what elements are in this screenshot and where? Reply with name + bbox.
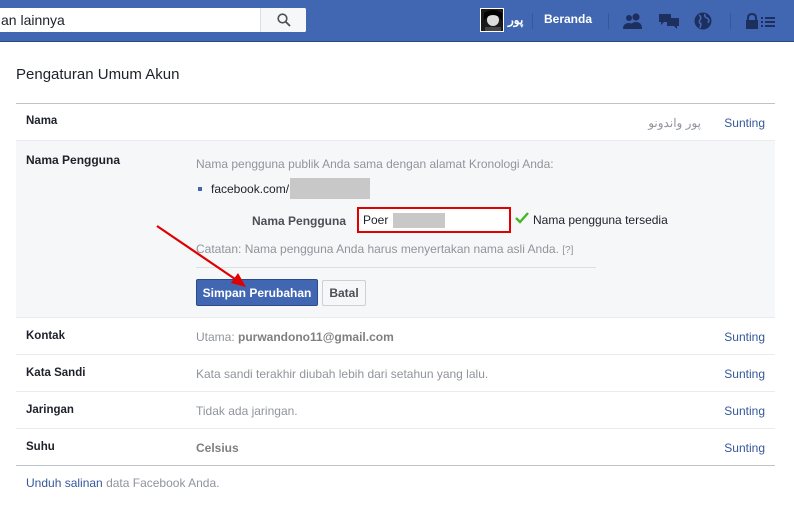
save-changes-button[interactable]: Simpan Perubahan: [196, 279, 318, 306]
home-link[interactable]: Beranda: [544, 12, 592, 26]
checkmark-icon: [515, 212, 529, 224]
row-label: Nama Pengguna: [26, 153, 121, 167]
row-label: Kontak: [26, 330, 65, 342]
search-icon: [276, 13, 291, 27]
settings-row-temperature[interactable]: Suhu Celsius Sunting: [16, 429, 775, 466]
privacy-lock-icon[interactable]: [745, 10, 777, 32]
redacted-username: [290, 178, 371, 199]
availability-status: Nama pengguna tersedia: [533, 213, 668, 227]
url-prefix: facebook.com/: [211, 181, 290, 196]
download-copy-link[interactable]: Unduh salinan: [26, 476, 103, 490]
contact-email: purwandono11@gmail.com: [238, 330, 394, 344]
username-description: Nama pengguna publik Anda sama dengan al…: [196, 157, 554, 171]
search-input[interactable]: [0, 8, 260, 32]
settings-list: Nama پور واندونو Sunting Nama Pengguna N…: [16, 103, 775, 466]
nav-separator: [730, 13, 731, 29]
username-field-highlight: [357, 207, 511, 233]
avatar[interactable]: [480, 8, 504, 32]
friend-requests-icon[interactable]: [622, 10, 644, 32]
top-navigation-bar: پور Beranda: [0, 0, 794, 42]
row-label: Nama: [26, 115, 58, 127]
search-box: [0, 8, 306, 32]
divider: [196, 267, 596, 268]
row-value: پور واندونو: [648, 116, 701, 130]
edit-link[interactable]: Sunting: [724, 404, 765, 418]
username-note: Catatan: Nama pengguna Anda harus menyer…: [196, 242, 573, 256]
edit-link[interactable]: Sunting: [724, 330, 765, 344]
messages-icon[interactable]: [658, 10, 680, 32]
bullet-icon: [198, 186, 202, 191]
search-button[interactable]: [260, 8, 306, 32]
username-field-label: Nama Pengguna: [252, 214, 347, 228]
settings-row-contact[interactable]: Kontak Utama: purwandono11@gmail.com Sun…: [16, 318, 775, 355]
row-label: Kata Sandi: [26, 367, 86, 379]
redacted-username: [393, 213, 445, 228]
row-value: Tidak ada jaringan.: [196, 404, 298, 418]
footer-text: data Facebook Anda.: [102, 476, 220, 490]
settings-row-password[interactable]: Kata Sandi Kata sandi terakhir diubah le…: [16, 355, 775, 392]
contact-prefix: Utama:: [196, 330, 239, 344]
profile-picture-icon: [481, 9, 503, 31]
edit-link[interactable]: Sunting: [724, 116, 765, 130]
nav-separator: [532, 13, 533, 29]
edit-link[interactable]: Sunting: [724, 367, 765, 381]
footer-download: Unduh salinan data Facebook Anda.: [26, 476, 220, 490]
note-text: Catatan: Nama pengguna Anda harus menyer…: [196, 242, 559, 256]
row-value: Celsius: [196, 441, 239, 455]
profile-url: facebook.com/: [198, 178, 371, 199]
row-value: Kata sandi terakhir diubah lebih dari se…: [196, 367, 489, 381]
cancel-button[interactable]: Batal: [322, 280, 366, 306]
row-label: Suhu: [26, 441, 55, 453]
settings-row-username: Nama Pengguna Nama pengguna publik Anda …: [16, 141, 775, 318]
notifications-globe-icon[interactable]: [692, 10, 714, 32]
edit-link[interactable]: Sunting: [724, 441, 765, 455]
settings-row-name[interactable]: Nama پور واندونو Sunting: [16, 104, 775, 141]
page-title: Pengaturan Umum Akun: [16, 66, 180, 83]
nav-separator: [608, 13, 609, 29]
row-label: Jaringan: [26, 404, 74, 416]
profile-name[interactable]: پور: [508, 13, 523, 27]
settings-row-network[interactable]: Jaringan Tidak ada jaringan. Sunting: [16, 392, 775, 429]
row-value: Utama: purwandono11@gmail.com: [196, 330, 394, 344]
help-link[interactable]: [?]: [562, 245, 573, 256]
